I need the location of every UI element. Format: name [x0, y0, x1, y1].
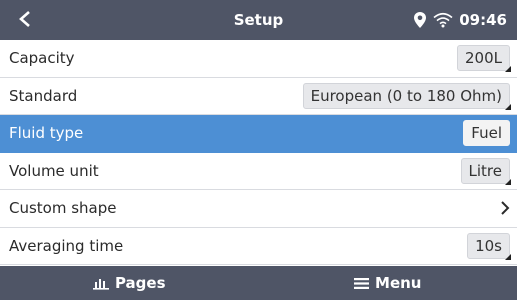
menu-button[interactable]: Menu — [259, 266, 517, 300]
setting-row-fluid-type[interactable]: Fluid type Fuel — [0, 115, 517, 153]
pages-button[interactable]: Pages — [0, 266, 259, 300]
value-text: 200L — [465, 49, 502, 68]
setting-row-standard[interactable]: Standard European (0 to 180 Ohm) — [0, 77, 517, 115]
capacity-value[interactable]: 200L — [457, 45, 511, 73]
edit-corner-icon — [505, 178, 511, 185]
wifi-icon — [433, 12, 453, 28]
setting-row-volume-unit[interactable]: Volume unit Litre — [0, 152, 517, 190]
volume-unit-value[interactable]: Litre — [460, 157, 511, 185]
setting-label: Capacity — [9, 49, 75, 68]
standard-value[interactable]: European (0 to 180 Ohm) — [302, 82, 511, 110]
pages-icon — [92, 276, 109, 290]
location-pin-icon — [413, 11, 427, 29]
setting-label: Averaging time — [9, 236, 124, 255]
edit-corner-icon — [505, 103, 511, 110]
edit-corner-icon — [505, 66, 511, 73]
fluid-type-value[interactable]: Fuel — [463, 120, 510, 147]
menu-icon — [354, 277, 370, 290]
setting-row-custom-shape[interactable]: Custom shape — [0, 190, 517, 228]
setting-label: Fluid type — [9, 124, 84, 143]
value-text: Fuel — [471, 124, 502, 143]
chevron-right-icon — [500, 200, 510, 216]
pages-label: Pages — [114, 274, 166, 292]
settings-list: Capacity 200L Standard European (0 to 18… — [0, 40, 517, 266]
setting-label: Standard — [9, 86, 78, 105]
bottom-bar: Pages Menu — [0, 266, 517, 300]
edit-corner-icon — [505, 253, 511, 260]
setting-row-averaging-time[interactable]: Averaging time 10s — [0, 227, 517, 265]
averaging-time-value[interactable]: 10s — [467, 232, 511, 260]
setting-label: Volume unit — [9, 161, 99, 180]
clock-time: 09:46 — [459, 11, 507, 29]
status-area: 09:46 — [413, 0, 507, 40]
top-bar: Setup 09:46 — [0, 0, 517, 40]
value-text: Litre — [468, 161, 502, 180]
value-text: European (0 to 180 Ohm) — [310, 86, 502, 105]
setting-row-capacity[interactable]: Capacity 200L — [0, 40, 517, 78]
value-text: 10s — [475, 236, 502, 255]
menu-label: Menu — [375, 274, 422, 292]
setting-label: Custom shape — [9, 199, 117, 218]
